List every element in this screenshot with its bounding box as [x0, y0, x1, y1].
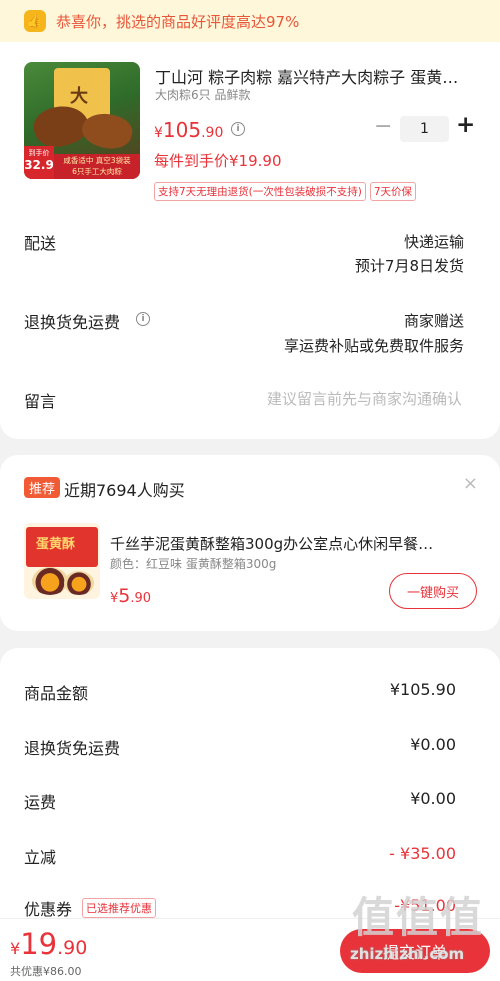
delivery-method[interactable]: 快递运输 [404, 231, 464, 252]
product-title[interactable]: 丁山河 粽子肉粽 嘉兴特产大肉粽子 蛋黄… [155, 64, 477, 88]
summary-value-return-shipping: ¥0.00 [410, 735, 456, 754]
summary-label-discount: 立减 [24, 848, 57, 867]
price-decimal: .90 [201, 125, 224, 141]
one-click-buy-button[interactable]: 一键购买 [389, 573, 477, 609]
total-saving[interactable]: 共优惠¥86.00 [10, 963, 82, 979]
price-symbol: ¥ [10, 939, 21, 958]
product-price: ¥105.90 [154, 118, 223, 142]
product-image-brand-char: 大 [70, 86, 88, 107]
quantity-decrease-button[interactable]: − [374, 114, 392, 139]
quantity-increase-button[interactable]: + [456, 112, 475, 138]
service-tag-return[interactable]: 支持7天无理由退货(一次性包装破损不支持) [154, 182, 366, 201]
pastry-box-text: 蛋黄酥 [36, 537, 76, 552]
price-integer: 19 [20, 927, 58, 961]
image-price-tag-label: 到手价 [28, 149, 50, 157]
image-promo-line: 咸香适中 真空3袋装 [63, 156, 131, 165]
delivery-eta: 预计7月8日发货 [354, 257, 464, 275]
quantity-input[interactable]: 1 [400, 116, 449, 142]
summary-value-shipping: ¥0.00 [410, 789, 456, 808]
recommend-title: 近期7694人购买 [64, 481, 185, 500]
price-symbol: ¥ [154, 125, 163, 141]
recommend-item-name[interactable]: 千丝芋泥蛋黄酥整箱300g办公室点心休闲早餐… [110, 533, 472, 554]
price-info-icon[interactable]: i [231, 122, 245, 136]
image-promo-bar: 咸香适中 真空3袋装 6只手工大肉粽 [54, 154, 140, 179]
watermark-line: zhizhizhi.com [350, 945, 465, 963]
product-image[interactable]: 大 到手价 32.9 咸香适中 真空3袋装 6只手工大肉粽 [24, 62, 140, 179]
image-price-tag: 到手价 32.9 [24, 146, 54, 179]
close-icon[interactable]: × [463, 473, 478, 494]
price-integer: 5 [118, 585, 131, 607]
watermark-line: 值值值 [352, 893, 485, 942]
recommend-badge: 推荐 [24, 477, 61, 498]
coupon-chip[interactable]: 已选推荐优惠 [82, 898, 156, 918]
image-promo-line: 6只手工大肉粽 [72, 167, 122, 176]
total-price: ¥19.90 [10, 927, 87, 961]
summary-label-coupon: 优惠券 [24, 900, 73, 919]
return-shipping-info-icon[interactable]: i [136, 312, 150, 326]
service-tag-price-protect[interactable]: 7天价保 [369, 182, 417, 201]
price-decimal: .90 [130, 591, 152, 606]
summary-value-discount: - ¥35.00 [389, 844, 456, 863]
return-shipping-gift: 商家赠送 [403, 312, 464, 330]
summary-label-goods: 商品金额 [24, 684, 89, 703]
recommend-item-image[interactable]: 蛋黄酥 [24, 523, 100, 599]
return-shipping-label: 退换货免运费 [24, 313, 121, 332]
banner-text: 恭喜你，挑选的商品好评度高达97% [56, 12, 300, 31]
message-label: 留言 [24, 392, 57, 411]
praise-banner: 👍 恭喜你，挑选的商品好评度高达97% [0, 0, 500, 42]
return-shipping-service: 享运费补贴或免费取件服务 [283, 337, 464, 355]
summary-label-return-shipping: 退换货免运费 [24, 739, 121, 758]
watermark: 值值值 zhizhizhi.com [350, 884, 485, 963]
message-input[interactable]: 建议留言前先与商家沟通确认 [267, 388, 462, 409]
unit-price: 每件到手价¥19.90 [154, 152, 282, 170]
price-decimal: .90 [57, 937, 88, 959]
image-price-tag-value: 32.9 [24, 158, 54, 172]
order-item-card: 大 到手价 32.9 咸香适中 真空3袋装 6只手工大肉粽 丁山河 粽子肉粽 嘉… [0, 42, 500, 439]
product-variant[interactable]: 大肉粽6只 品鲜款 [155, 86, 250, 103]
recommend-item-variant: 颜色：红豆味 蛋黄酥整箱300g [110, 557, 277, 571]
summary-value-goods: ¥105.90 [389, 680, 456, 699]
thumbs-up-icon: 👍 [24, 10, 46, 32]
summary-label-shipping: 运费 [24, 793, 57, 812]
price-integer: 105 [162, 118, 202, 142]
recommend-item-price: ¥5.90 [110, 585, 151, 607]
delivery-label: 配送 [24, 234, 57, 253]
recommendation-card: 推荐 近期7694人购买 × 蛋黄酥 千丝芋泥蛋黄酥整箱300g办公室点心休闲早… [0, 455, 500, 631]
yolk-pastry-shape [64, 571, 94, 595]
service-tags: 支持7天无理由退货(一次性包装破损不支持) 7天价保 [154, 182, 417, 201]
yolk-pastry-shape [32, 567, 68, 595]
